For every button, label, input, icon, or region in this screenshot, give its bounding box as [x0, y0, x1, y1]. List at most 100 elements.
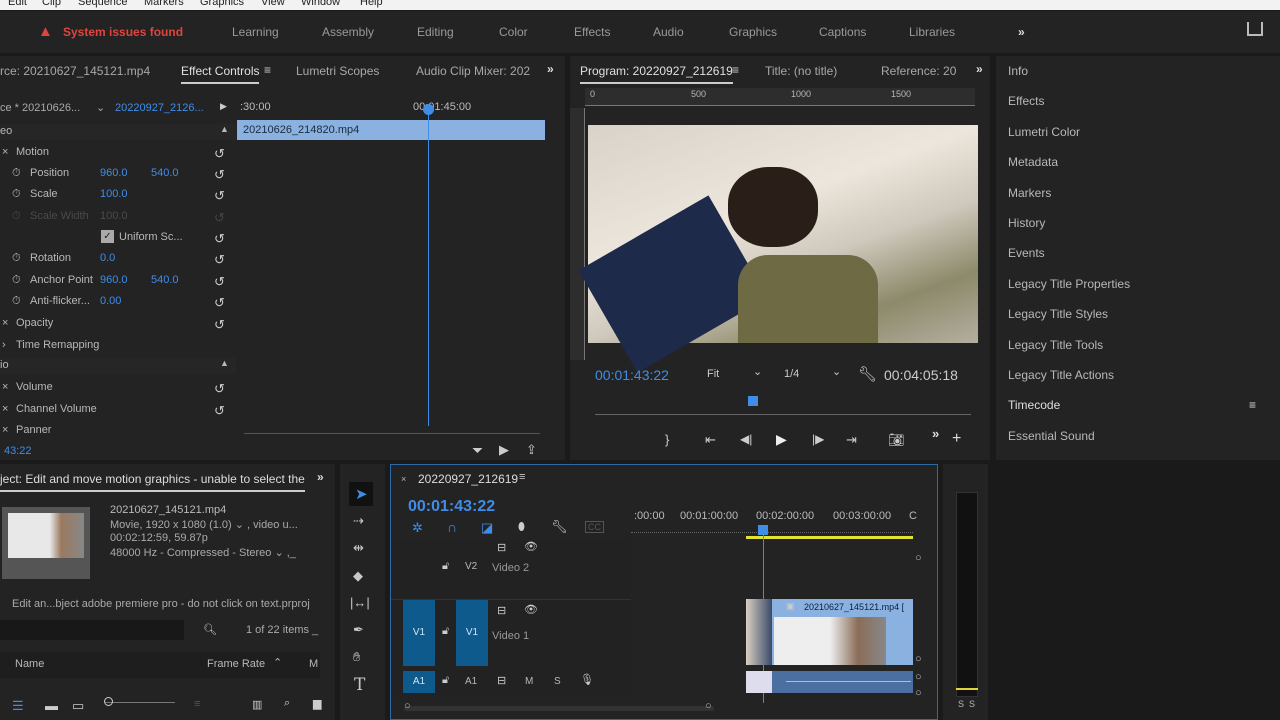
solo-button[interactable]: S [554, 676, 561, 687]
go-to-in-icon[interactable]: ⇤ [705, 432, 716, 448]
find-icon[interactable]: ⌕ [284, 697, 290, 710]
effect-timecode[interactable]: 43:22 [4, 445, 32, 457]
sort-icon[interactable]: ≡ [194, 698, 200, 710]
rotation-value[interactable]: 0.0 [100, 252, 115, 264]
column-m[interactable]: M [309, 658, 318, 670]
effect-row-motion[interactable]: × Motion ↺ [0, 142, 236, 163]
panel-item-legacy-title-styles[interactable]: Legacy Title Styles [1008, 307, 1108, 321]
uniform-scale-checkbox[interactable]: ✓ [101, 230, 114, 243]
more-tabs-icon[interactable]: » [317, 470, 324, 484]
lock-icon[interactable]: 🔓︎ [442, 560, 449, 573]
scroll-handle[interactable]: ○ [404, 700, 411, 712]
icon-view-icon[interactable]: ▬ [45, 698, 58, 713]
workspace-learning[interactable]: Learning [232, 25, 279, 39]
menu-markers[interactable]: Markers [144, 0, 184, 8]
tab-effect-controls[interactable]: Effect Controls [181, 64, 260, 84]
track-select-tool-icon[interactable]: ⇢ [353, 513, 364, 529]
reset-icon[interactable]: ↺ [214, 295, 225, 311]
menu-view[interactable]: View [261, 0, 285, 8]
panel-item-info[interactable]: Info [1008, 64, 1028, 78]
play-button[interactable]: ▶ [776, 431, 787, 448]
type-tool-icon[interactable]: T [354, 675, 365, 695]
effect-row-uniform-scale[interactable]: ✓ Uniform Sc... ↺ [0, 227, 236, 248]
panel-menu-icon[interactable]: ≡ [1249, 398, 1256, 412]
panel-item-metadata[interactable]: Metadata [1008, 155, 1058, 169]
panel-item-essential-sound[interactable]: Essential Sound [1008, 429, 1095, 443]
menu-window[interactable]: Window [301, 0, 340, 8]
stopwatch-icon[interactable]: ⏱ [12, 295, 21, 308]
resolution-dropdown[interactable]: 1/4 [784, 368, 799, 380]
menu-help[interactable]: Help [360, 0, 383, 8]
search-bin-icon[interactable]: 🔍︎ [203, 623, 217, 636]
effect-row-opacity[interactable]: × Opacity ↺ [0, 313, 236, 334]
filter-icon[interactable]: ⏷ [472, 442, 483, 459]
tab-audio-clip-mixer[interactable]: Audio Clip Mixer: 202 [416, 64, 530, 78]
reset-icon[interactable]: ↺ [214, 167, 225, 183]
microphone-icon[interactable]: 🎙︎ [580, 673, 594, 686]
effect-row-volume[interactable]: × Volume ↺ [0, 377, 236, 398]
anchor-x-value[interactable]: 960.0 [100, 274, 128, 286]
source-patch-v1[interactable]: V1 [403, 600, 435, 666]
nest-icon[interactable]: ✲ [412, 520, 423, 536]
playhead-handle[interactable] [423, 104, 434, 115]
panel-item-effects[interactable]: Effects [1008, 94, 1044, 108]
panel-item-events[interactable]: Events [1008, 246, 1045, 260]
program-playhead[interactable] [747, 396, 758, 406]
source-patch-a1[interactable]: A1 [403, 671, 435, 693]
project-search-input[interactable] [0, 620, 184, 640]
hand-tool-icon[interactable]: ✋︎ [353, 649, 360, 665]
position-x-value[interactable]: 960.0 [100, 167, 128, 179]
snap-icon[interactable]: ∩ [447, 519, 457, 535]
sequence-tab[interactable]: 20220927_212619 [418, 472, 518, 486]
tab-source[interactable]: rce: 20210627_145121.mp4 [0, 64, 150, 78]
more-tabs-icon[interactable]: » [547, 62, 554, 76]
tab-project[interactable]: ject: Edit and move motion graphics - un… [0, 472, 305, 492]
menu-graphics[interactable]: Graphics [200, 0, 244, 8]
menu-sequence[interactable]: Sequence [78, 0, 128, 8]
time-ruler[interactable] [631, 527, 913, 533]
solo-right-button[interactable]: S [969, 699, 975, 709]
solo-left-button[interactable]: S [958, 699, 964, 709]
anchor-y-value[interactable]: 540.0 [151, 274, 179, 286]
reset-icon[interactable]: ↺ [214, 274, 225, 290]
source-clip-label[interactable]: ce * 20210626... [0, 102, 80, 114]
list-view-icon[interactable]: ☰ [12, 698, 24, 714]
linked-selection-icon[interactable]: ◪ [481, 520, 493, 536]
new-bin-icon[interactable]: ▆ [313, 697, 321, 710]
scroll-handle[interactable]: ○ [705, 700, 712, 712]
panel-item-timecode[interactable]: Timecode ≡ [1008, 398, 1256, 412]
scroll-handle[interactable]: ○ [915, 671, 922, 683]
mute-button[interactable]: M [525, 676, 533, 687]
reset-icon[interactable]: ↺ [214, 317, 225, 333]
effect-row-anchor-point[interactable]: ⏱ Anchor Point 960.0 540.0 ↺ [0, 270, 236, 291]
effect-row-position[interactable]: ⏱ Position 960.0 540.0 ↺ [0, 163, 236, 184]
workspace-assembly[interactable]: Assembly [322, 25, 374, 39]
reset-icon[interactable]: ↺ [214, 381, 225, 397]
panel-item-legacy-title-properties[interactable]: Legacy Title Properties [1008, 277, 1130, 291]
more-workspaces-button[interactable]: » [1018, 25, 1025, 39]
reset-icon[interactable]: ↺ [214, 252, 225, 268]
workspace-editing[interactable]: Editing [417, 25, 454, 39]
workspace-graphics[interactable]: Graphics [729, 25, 777, 39]
tab-program[interactable]: Program: 20220927_212619 [580, 64, 733, 84]
chevron-down-icon[interactable]: ⌄ [832, 365, 841, 378]
track-target-v1[interactable]: V1 [456, 600, 488, 666]
close-icon[interactable]: × [401, 474, 406, 484]
more-tabs-icon[interactable]: » [976, 62, 983, 76]
workspace-audio[interactable]: Audio [653, 25, 684, 39]
export-frame-icon[interactable]: 📷︎ [888, 432, 905, 448]
mark-out-icon[interactable]: } [665, 432, 669, 447]
sequence-clip-label[interactable]: 20220927_2126... [115, 102, 204, 114]
slip-tool-icon[interactable]: |↔| [350, 595, 370, 610]
column-frame-rate[interactable]: Frame Rate [207, 658, 265, 670]
panel-item-legacy-title-tools[interactable]: Legacy Title Tools [1008, 338, 1103, 352]
wrench-icon[interactable]: 🔧︎ [858, 365, 877, 383]
timeline-timecode[interactable]: 00:01:43:22 [408, 498, 495, 516]
program-video-frame[interactable] [578, 125, 978, 373]
reset-icon[interactable]: ↺ [214, 231, 225, 247]
lock-icon[interactable]: 🔓︎ [442, 625, 449, 638]
program-scrubber[interactable] [595, 414, 971, 415]
effect-row-panner[interactable]: × Panner [0, 420, 236, 441]
track-target-v2[interactable]: V2 [465, 561, 477, 572]
effect-row-channel-volume[interactable]: × Channel Volume ↺ [0, 399, 236, 420]
